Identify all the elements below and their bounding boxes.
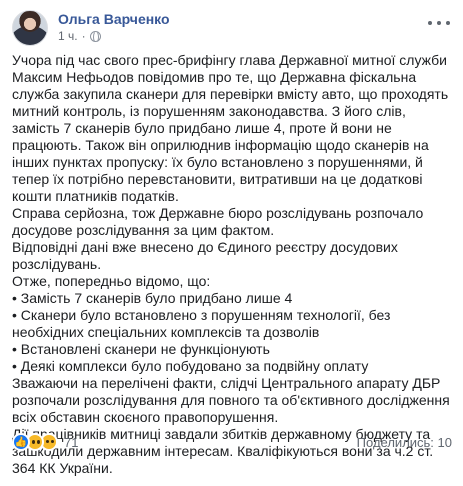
post-body: Учора під час свого прес-брифінгу глава …	[12, 52, 454, 477]
post-time[interactable]: 1 ч.	[58, 29, 78, 43]
post-meta: 1 ч. ·	[58, 29, 101, 43]
avatar[interactable]	[12, 10, 48, 46]
facebook-post: Ольга Варченко 1 ч. · Учора під час свог…	[0, 0, 463, 486]
post-bullet: • Деякі комплекси було побудовано за под…	[12, 358, 369, 374]
more-dot	[446, 21, 450, 25]
post-footer: 👍 71 Поделились: 10	[12, 430, 452, 454]
author-name[interactable]: Ольга Варченко	[58, 11, 170, 27]
eye	[32, 440, 35, 444]
eye	[51, 440, 54, 443]
eye	[46, 440, 49, 443]
more-options-icon[interactable]	[428, 16, 450, 30]
post-paragraph: Отже, попередньо відомо, що:	[12, 273, 211, 289]
post-bullet: • Замість 7 сканерів було придбано лише …	[12, 290, 293, 306]
post-paragraph: Зважаючи на перелічені факти, слідчі Цен…	[12, 375, 450, 425]
globe-icon[interactable]	[89, 30, 101, 43]
post-paragraph: Справа серйозна, тож Державне бюро розсл…	[12, 205, 424, 238]
eye	[37, 440, 40, 444]
reactions-summary[interactable]: 👍 71	[12, 433, 78, 451]
meta-separator: ·	[81, 29, 86, 43]
like-icon: 👍	[12, 433, 30, 451]
reactions-count: 71	[64, 434, 79, 450]
post-bullet: • Сканери було встановлено з порушенням …	[12, 307, 391, 340]
more-dot	[437, 21, 441, 25]
more-dot	[428, 21, 432, 25]
post-bullet: • Встановлені сканери не функціонують	[12, 341, 270, 357]
post-paragraph: Відповідні дані вже внесено до Єдиного р…	[12, 239, 398, 272]
post-paragraph: Учора під час свого прес-брифінгу глава …	[12, 52, 449, 204]
post-header: Ольга Варченко 1 ч. ·	[12, 10, 452, 46]
shares-count[interactable]: Поделились: 10	[357, 435, 452, 450]
